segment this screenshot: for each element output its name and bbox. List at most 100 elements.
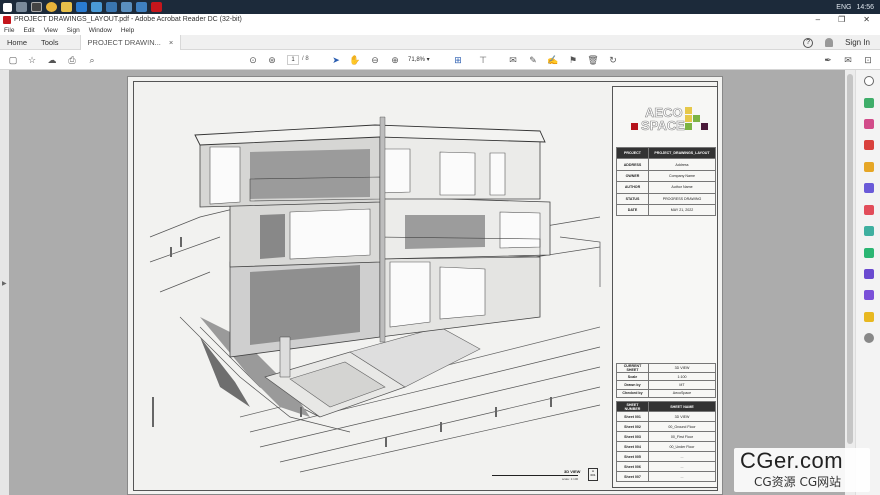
sign-icon[interactable]: ✒ [822,54,834,66]
house-3d-render [149,116,601,473]
scrollbar-thumb[interactable] [847,74,853,444]
logo-square-red [631,123,638,130]
clock[interactable]: 14:56 [856,4,874,11]
logo-text-space: SPACE [641,118,685,133]
upload-cloud-icon[interactable]: ☁ [46,54,58,66]
organize-pages-icon[interactable] [864,205,874,215]
chrome-icon[interactable] [46,2,57,12]
table-row: AUTHOR Author Name [616,181,716,194]
delete-trash-icon[interactable]: 🗑 [587,54,599,66]
file-explorer-icon[interactable] [61,2,72,12]
edit-pdf-icon[interactable] [864,119,874,129]
menu-sign[interactable]: Sign [67,27,80,34]
search-tools-icon[interactable] [864,76,874,86]
table-row: Sheet 003 00_First Floor [616,431,716,442]
system-tray: ENG 14:56 [836,0,874,14]
left-nav-pane[interactable]: ▶ [0,70,9,495]
app-icon[interactable] [31,2,42,12]
logo-square-green-2 [685,123,692,130]
notification-bell-icon[interactable] [825,38,834,47]
bookmark-star-icon[interactable]: ☆ [26,54,38,66]
tab-close-icon[interactable]: × [169,35,173,50]
find-magnifier-icon[interactable]: ⌕ [86,54,98,66]
share-icon[interactable]: ⊡ [862,54,874,66]
fit-page-icon[interactable]: ⊞ [452,54,464,66]
zoom-level-select[interactable]: 71,8% ▾ [408,55,438,65]
combine-files-icon[interactable] [864,183,874,193]
print-icon[interactable]: ⎙ [66,54,78,66]
page-down-icon[interactable]: ⊛ [266,54,278,66]
menu-window[interactable]: Window [89,27,112,34]
comment-tool-icon[interactable] [864,162,874,172]
project-info-table: PROJECT PROJECT_DRAWINGS_LAYOUT ADDRESS Ad… [616,146,716,217]
main-toolbar: ▢ ☆ ☁ ⎙ ⌕ ⊙ ⊛ 1 / 8 ➤ ✋ ⊖ ⊕ 71,8% ▾ ⊞ ⊤ … [0,50,880,70]
comment-icon[interactable]: ✉ [507,54,519,66]
app-icon-5[interactable] [121,2,132,12]
scroll-mode-icon[interactable]: ⊤ [477,54,489,66]
menu-bar: File Edit View Sign Window Help [0,25,880,35]
table-row: DATE MAY 21, 2022 [616,203,716,217]
zoom-level-value: 71,8% [408,57,426,63]
drawing-scale: scale: 1:100 [562,477,579,481]
create-pdf-icon[interactable] [864,140,874,150]
pdf-page: AECO SPACE PROJECT PROJECT_DRAWINGS_LAYOU… [127,76,723,495]
menu-file[interactable]: File [4,27,14,34]
drawing-title-label: 3D VIEW scale: 1:100 A 001 [492,468,600,486]
language-indicator[interactable]: ENG [836,4,851,11]
page-number-input[interactable]: 1 [287,55,299,65]
send-for-review-icon[interactable] [864,312,874,322]
rotate-icon[interactable]: ↻ [607,54,619,66]
close-button[interactable]: ✕ [863,14,870,25]
table-row: Sheet 005... [616,451,716,462]
app-icon-3[interactable] [91,2,102,12]
search-icon[interactable] [16,2,27,12]
taskbar: ENG 14:56 [0,0,880,14]
logo-square-yellow [685,107,692,114]
compress-pdf-icon[interactable] [864,226,874,236]
more-tools-icon[interactable] [864,333,874,343]
maximize-button[interactable]: ❐ [838,14,845,25]
table-header-row: SHEET NUMBER SHEET NAME [616,401,716,412]
hand-pan-icon[interactable]: ✋ [349,54,361,66]
app-icon-6[interactable] [136,2,147,12]
help-icon[interactable]: ? [803,37,814,48]
highlight-pen-icon[interactable]: ✎ [527,54,539,66]
watermark-line-2: CG资源 CG网站 [754,475,842,489]
select-cursor-icon[interactable]: ➤ [330,54,342,66]
tab-document[interactable]: PROJECT DRAWIN... × [79,34,182,50]
zoom-out-icon[interactable]: ⊖ [369,54,381,66]
stamp-icon[interactable]: ⚑ [567,54,579,66]
menu-edit[interactable]: Edit [23,27,34,34]
zoom-in-icon[interactable]: ⊕ [389,54,401,66]
logo-square-purple [701,123,708,130]
redact-icon[interactable] [864,248,874,258]
table-row: Checked by AecoSpace [616,388,716,399]
app-icon-2[interactable] [76,2,87,12]
windows-start-icon[interactable] [3,2,12,12]
expand-left-pane-icon[interactable]: ▶ [2,280,7,287]
drawing-sheet: 001 [590,473,596,477]
page-up-icon[interactable]: ⊙ [247,54,259,66]
menu-help[interactable]: Help [121,27,134,34]
save-icon[interactable]: ▢ [7,54,19,66]
window-title: PROJECT DRAWINGS_LAYOUT.pdf - Adobe Acro… [14,16,242,23]
draw-pen-icon[interactable]: ✍ [547,54,559,66]
table-row: Sheet 006... [616,461,716,472]
sheet-list-table: SHEET NUMBER SHEET NAME Sheet 001 3D VIEW … [616,401,716,482]
acrobat-taskbar-icon[interactable] [151,2,162,12]
tab-bar: Home Tools PROJECT DRAWIN... × ? Sign In [0,34,880,50]
table-row: Sheet 002 00_Ground Floor [616,421,716,432]
watermark: CGer.com CG资源 CG网站 [734,448,870,492]
minimize-button[interactable]: – [816,14,820,25]
protect-icon[interactable] [864,269,874,279]
email-icon[interactable]: ✉ [842,54,854,66]
tab-tools[interactable]: Tools [34,35,66,50]
export-pdf-icon[interactable] [864,98,874,108]
fill-sign-icon[interactable] [864,290,874,300]
tab-home[interactable]: Home [0,35,34,50]
menu-view[interactable]: View [44,27,58,34]
sign-in-link[interactable]: Sign In [845,38,870,47]
app-icon-4[interactable] [106,2,117,12]
title-block: AECO SPACE PROJECT PROJECT_DRAWINGS_LAYOU… [612,86,718,488]
vertical-scrollbar[interactable] [845,70,855,495]
